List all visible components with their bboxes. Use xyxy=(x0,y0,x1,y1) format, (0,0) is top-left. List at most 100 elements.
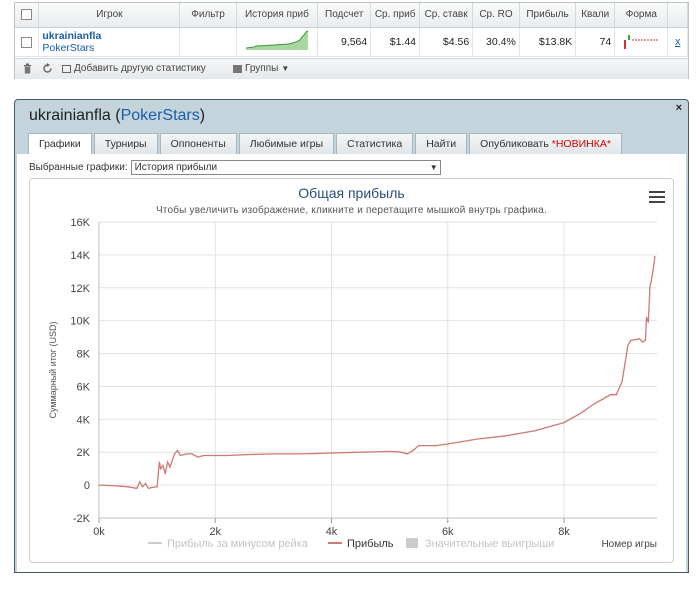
col-header-avg-stake[interactable]: Ср. ставк xyxy=(419,3,474,28)
panel-body: Выбранные графики: История прибыли ▼ -2K… xyxy=(17,154,686,572)
y-tick-label: 14K xyxy=(70,250,90,262)
chart-menu-icon[interactable] xyxy=(649,191,665,203)
data-point-profit xyxy=(141,486,144,488)
data-point-profit xyxy=(604,397,606,399)
data-point-profit xyxy=(176,449,179,452)
tab-charts[interactable]: Графики xyxy=(28,133,92,155)
avg-profit-cell: $1.44 xyxy=(370,27,421,58)
close-icon[interactable]: × xyxy=(676,102,682,114)
data-point-profit xyxy=(580,412,583,414)
add-stats-button[interactable]: Добавить другую статистику xyxy=(62,63,206,74)
col-header-player[interactable]: Игрок xyxy=(38,3,181,28)
data-point-profit xyxy=(638,338,641,340)
data-point-profit xyxy=(563,422,565,424)
remove-row-cell: x xyxy=(667,27,688,58)
groups-button[interactable]: Группы ▼ xyxy=(233,63,289,74)
new-badge: *НОВИНКА* xyxy=(551,138,611,150)
data-point-profit xyxy=(534,430,536,432)
legend-swatch xyxy=(406,538,418,548)
data-point-profit xyxy=(243,454,245,456)
tab-favorite-games[interactable]: Любимые игры xyxy=(238,133,335,154)
tab-publish[interactable]: Опубликовать *НОВИНКА* xyxy=(469,133,622,154)
data-point-profit xyxy=(330,452,333,454)
col-header-filter[interactable]: Фильтр xyxy=(179,3,237,28)
groups-label: Группы xyxy=(245,63,279,74)
data-point-profit xyxy=(615,394,617,396)
data-point-profit xyxy=(301,453,304,455)
row-checkbox-cell[interactable] xyxy=(15,27,40,58)
chart-select-dropdown[interactable]: История прибыли ▼ xyxy=(130,160,441,175)
tab-statistics[interactable]: Статистика xyxy=(336,133,414,154)
profit-chart[interactable]: -2K 0 2K 4K 6K 8K 10K 12K 14K 16K 0k 2k 4k 6k 8k Суммар… xyxy=(30,179,675,564)
col-header-form[interactable]: Форма xyxy=(614,3,669,28)
data-point-profit xyxy=(644,339,646,341)
form-chart xyxy=(624,35,660,50)
data-point-profit xyxy=(226,454,228,457)
data-point-profit xyxy=(551,425,553,427)
chart-container[interactable]: -2K 0 2K 4K 6K 8K 10K 12K 14K 16K 0k 2k 4k 6k 8k Суммар… xyxy=(29,178,674,563)
data-point-profit xyxy=(412,449,414,452)
data-point-profit xyxy=(191,453,193,455)
data-point-profit xyxy=(147,487,150,489)
data-point-profit xyxy=(173,453,176,455)
x-tick-label: 0k xyxy=(93,526,105,538)
col-header-profit-history[interactable]: История приб xyxy=(236,3,319,28)
y-tick-label: 10K xyxy=(70,316,90,328)
x-tick-label: 4k xyxy=(326,526,338,538)
panel-site-link[interactable]: PokerStars xyxy=(121,107,200,124)
row-checkbox[interactable] xyxy=(21,36,33,48)
series-line-profit xyxy=(98,256,656,490)
tab-publish-label: Опубликовать xyxy=(480,138,549,150)
y-tick-label: 16K xyxy=(70,217,90,229)
data-point-profit xyxy=(179,454,181,457)
chart-select-row: Выбранные графики: История прибыли ▼ xyxy=(29,160,441,175)
data-point-profit xyxy=(98,484,100,486)
data-point-profit xyxy=(621,380,623,383)
data-point-profit xyxy=(162,464,164,466)
y-tick-label: 12K xyxy=(70,283,90,295)
add-stats-icon xyxy=(62,64,71,73)
stats-table: Игрок Фильтр История приб Подсчет Ср. пр… xyxy=(15,3,688,58)
tab-opponents[interactable]: Оппоненты xyxy=(159,133,237,154)
data-point-profit xyxy=(609,394,612,396)
col-header-avg-profit[interactable]: Ср. приб xyxy=(370,3,421,28)
select-all-checkbox-cell[interactable] xyxy=(15,3,40,28)
tab-tournaments[interactable]: Турниры xyxy=(93,133,158,154)
dropdown-arrow-icon: ▼ xyxy=(429,163,438,172)
data-point-profit xyxy=(127,486,129,488)
trash-icon[interactable] xyxy=(23,63,32,74)
table-row: ukrainianfla PokerStars 9,564 $1.44 $4.5… xyxy=(15,27,688,58)
data-point-profit xyxy=(400,451,402,453)
y-axis-title: Суммарный итог (USD) xyxy=(48,321,58,418)
col-header-profit[interactable]: Прибыль xyxy=(519,3,577,28)
y-tick-label: 4K xyxy=(77,414,91,426)
data-point-profit xyxy=(169,466,171,468)
add-stats-label: Добавить другую статистику xyxy=(74,63,206,74)
data-point-profit xyxy=(164,473,166,475)
player-name-link[interactable]: ukrainianfla xyxy=(42,30,176,42)
tab-search[interactable]: Найти xyxy=(415,133,468,154)
data-point-profit xyxy=(647,321,649,323)
data-point-profit xyxy=(208,454,211,457)
select-all-checkbox[interactable] xyxy=(21,9,33,21)
groups-icon xyxy=(233,64,242,73)
col-header-avg-roi[interactable]: Ср. RO xyxy=(472,3,520,28)
chevron-down-icon: ▼ xyxy=(281,64,290,73)
player-site-link[interactable]: PokerStars xyxy=(42,42,176,54)
col-header-ability[interactable]: Квали xyxy=(575,3,616,28)
data-point-profit xyxy=(160,468,162,470)
data-point-profit xyxy=(203,454,205,457)
y-tick-label: 8K xyxy=(77,349,91,361)
refresh-icon[interactable] xyxy=(42,63,53,74)
player-panel: ukrainianfla (PokerStars) × Графики Турн… xyxy=(14,99,689,573)
y-tick-label: 6K xyxy=(77,381,91,393)
data-point-profit xyxy=(158,461,161,463)
col-header-count[interactable]: Подсчет xyxy=(317,3,372,28)
stats-toolbar: Добавить другую статистику Группы ▼ xyxy=(15,58,688,79)
filter-cell[interactable] xyxy=(179,27,237,58)
y-tick-label: 2K xyxy=(77,447,91,459)
y-tick-label: 0 xyxy=(84,480,90,492)
remove-row-link[interactable]: x xyxy=(675,36,681,48)
data-point-profit xyxy=(166,461,169,463)
data-point-profit xyxy=(649,285,651,287)
